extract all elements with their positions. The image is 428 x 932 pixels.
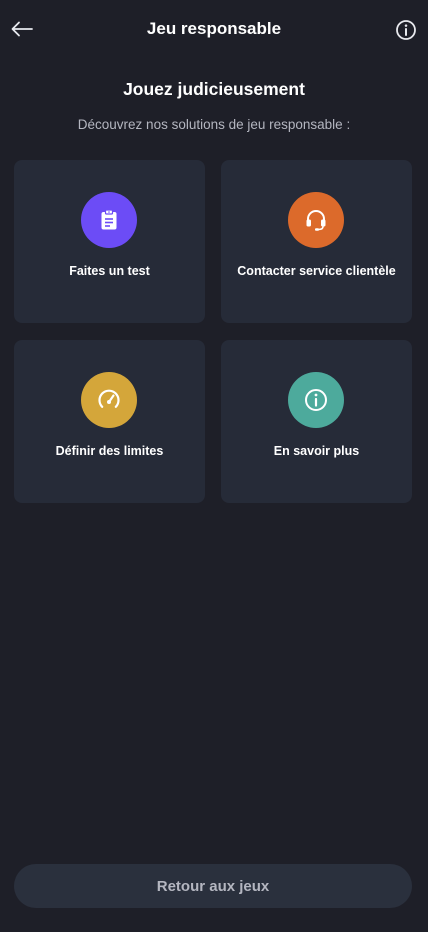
card-icon-circle [81, 372, 137, 428]
page-title: Jeu responsable [146, 19, 282, 38]
headset-icon [306, 210, 326, 231]
card-label: Faites un test [69, 264, 150, 278]
learn-more-card[interactable]: En savoir plus [221, 340, 412, 503]
card-icon-circle [288, 372, 344, 428]
info-circle-icon [396, 20, 416, 40]
clipboard-icon [101, 209, 117, 230]
card-icon-circle [288, 192, 344, 248]
card-label: Contacter service clientèle [237, 264, 396, 278]
back-to-games-button[interactable]: Retour aux jeux [14, 864, 412, 908]
info-button[interactable] [394, 18, 418, 42]
take-test-card[interactable]: Faites un test [14, 160, 205, 323]
app-header: Jeu responsable [0, 0, 428, 60]
info-icon [305, 389, 327, 411]
set-limits-card[interactable]: Définir des limites [14, 340, 205, 503]
section-subtitle: Découvrez nos solutions de jeu responsab… [77, 117, 351, 132]
card-label: En savoir plus [273, 444, 360, 458]
card-icon-circle [81, 192, 137, 248]
card-label: Définir des limites [55, 444, 164, 458]
contact-support-card[interactable]: Contacter service clientèle [221, 160, 412, 323]
section-title: Jouez judicieusement [123, 79, 305, 99]
speedometer-icon [98, 389, 120, 408]
